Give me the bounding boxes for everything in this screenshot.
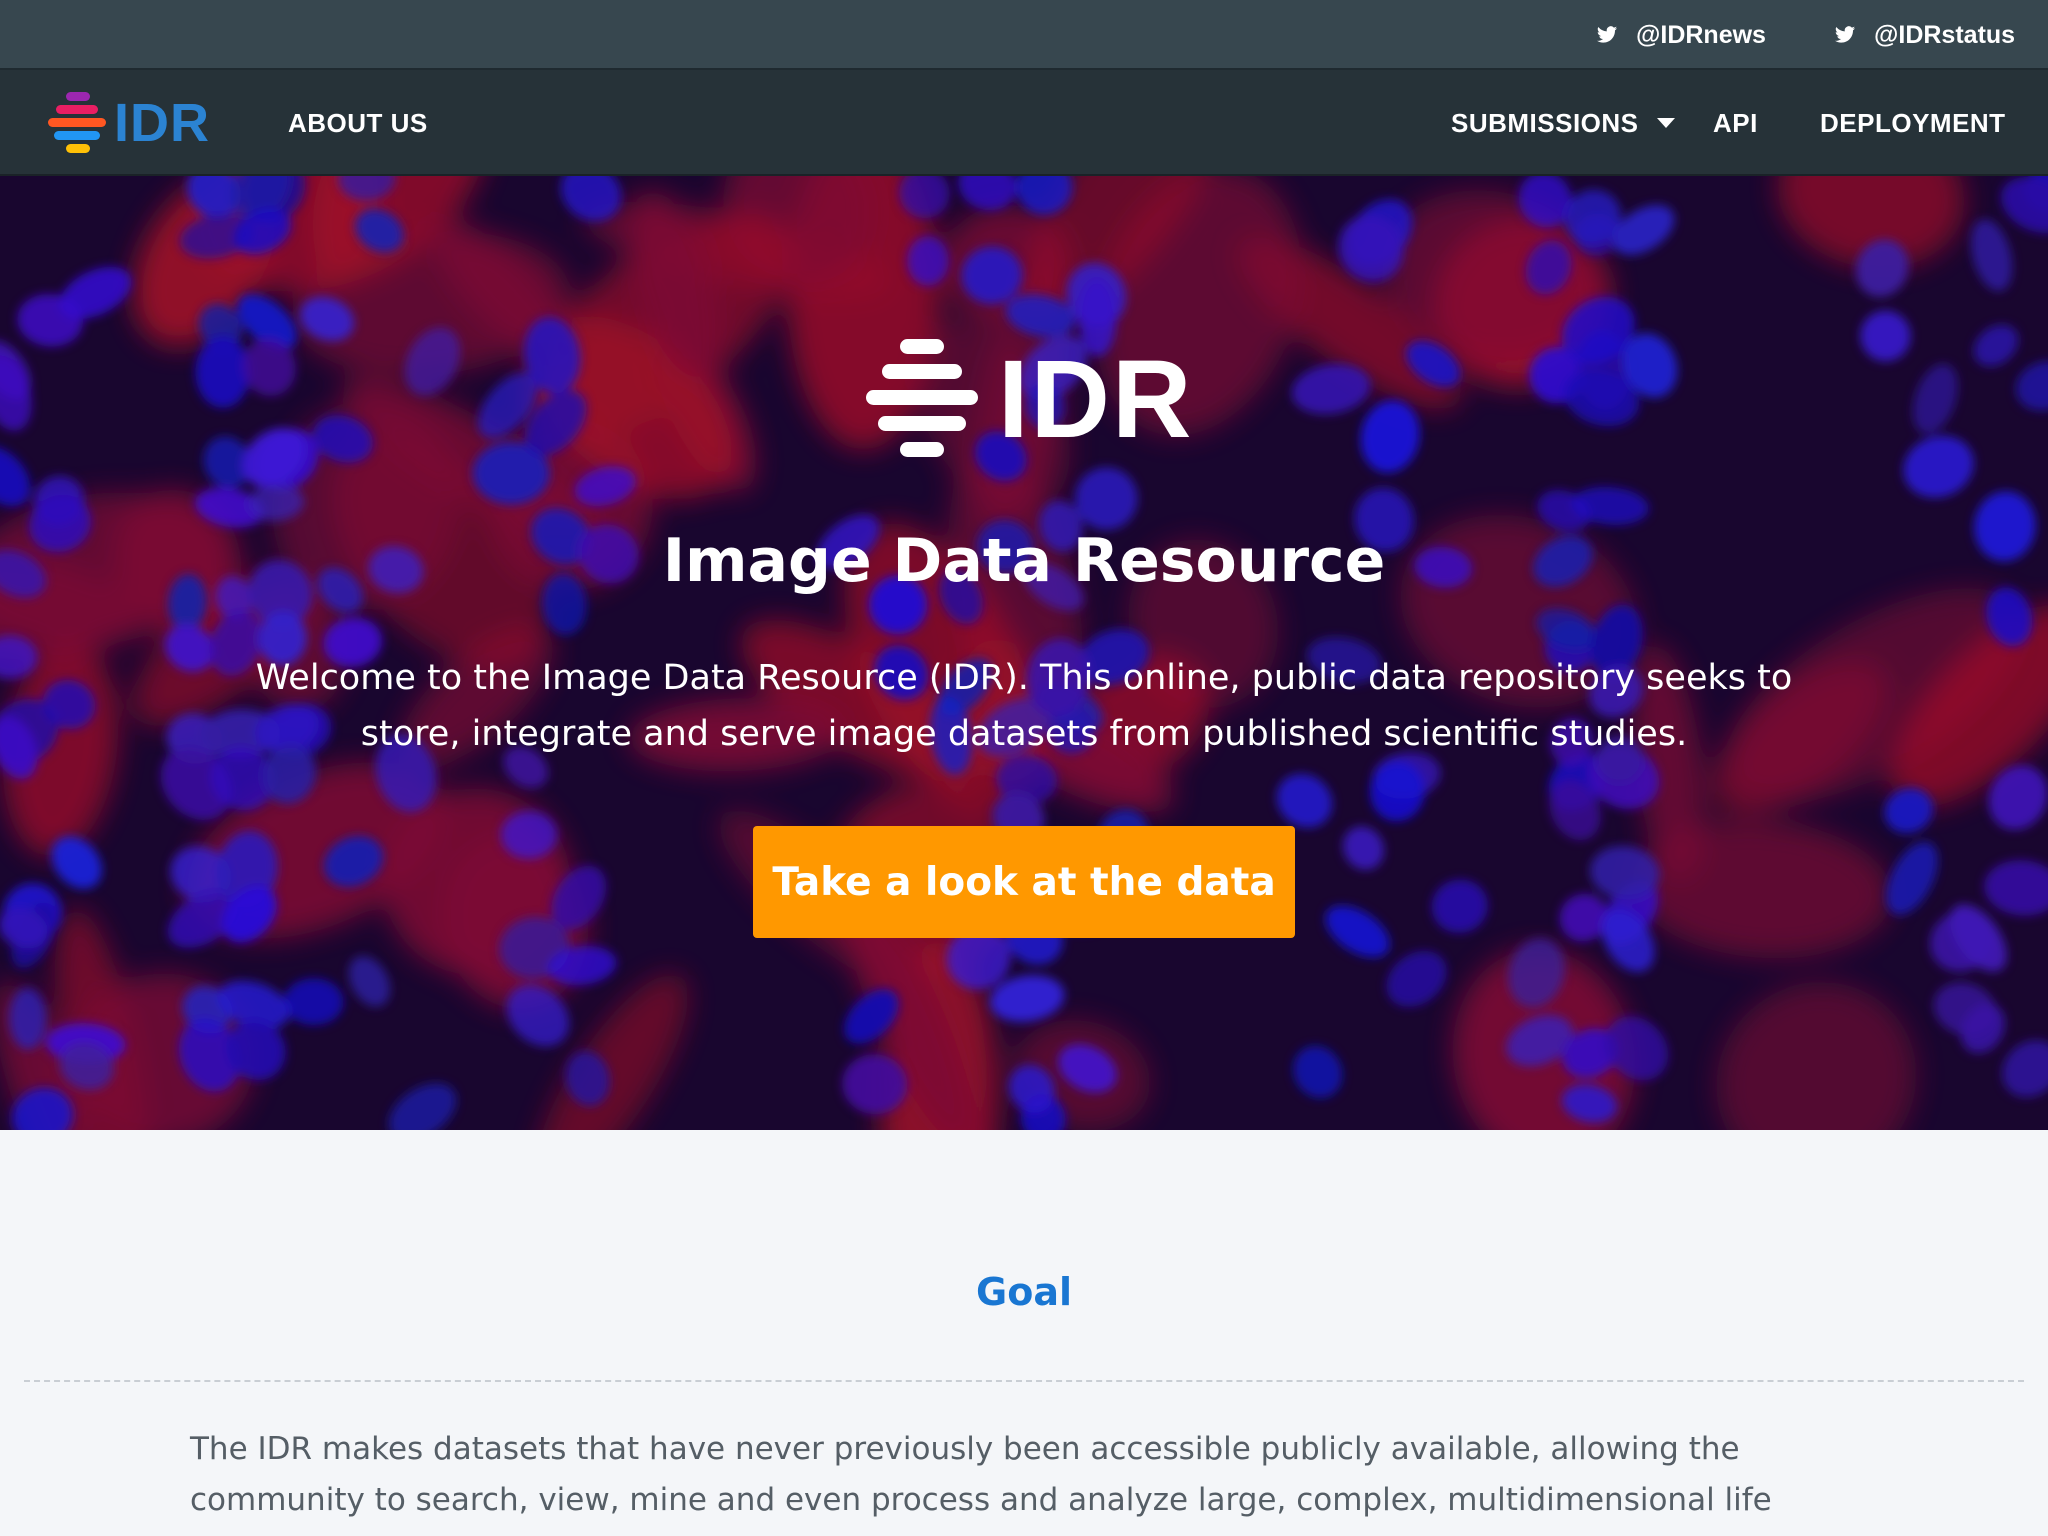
social-bar: @IDRnews @IDRstatus <box>0 0 2048 70</box>
section-divider <box>24 1380 2024 1382</box>
nav-about-us[interactable]: ABOUT US <box>288 70 428 176</box>
twitter-link-idrstatus[interactable]: @IDRstatus <box>1834 0 2015 70</box>
twitter-link-idrnews[interactable]: @IDRnews <box>1596 0 1766 70</box>
take-a-look-button[interactable]: Take a look at the data <box>753 826 1295 938</box>
nav-deployment[interactable]: DEPLOYMENT <box>1820 70 2006 176</box>
idr-logo-icon-white <box>866 338 978 457</box>
idr-logo-icon <box>48 92 106 153</box>
twitter-icon <box>1596 26 1618 43</box>
nav-submissions-label: SUBMISSIONS <box>1451 107 1639 138</box>
idr-logo-link[interactable]: IDR <box>46 90 210 156</box>
nav-api[interactable]: API <box>1713 70 1758 176</box>
twitter-idrnews-label: @IDRnews <box>1636 20 1766 49</box>
goal-text: The IDR makes datasets that have never p… <box>190 1431 1772 1536</box>
caret-down-icon <box>1656 118 1675 128</box>
hero-title: Image Data Resource <box>662 526 1386 596</box>
goal-heading: Goal <box>976 1270 1072 1314</box>
logo-text: IDR <box>114 93 210 153</box>
hero-description: Welcome to the Image Data Resource (IDR)… <box>255 658 1793 754</box>
hero-logo: IDR <box>864 336 1193 463</box>
twitter-idrstatus-label: @IDRstatus <box>1874 20 2016 49</box>
main-navbar: IDR ABOUT US SUBMISSIONS API DEPLOYMENT <box>0 70 2048 176</box>
nav-submissions-dropdown[interactable]: SUBMISSIONS <box>1451 70 1675 176</box>
hero-banner: IDR Image Data Resource Welcome to the I… <box>0 176 2048 1130</box>
hero-logo-text: IDR <box>998 338 1194 461</box>
twitter-icon <box>1834 26 1856 43</box>
